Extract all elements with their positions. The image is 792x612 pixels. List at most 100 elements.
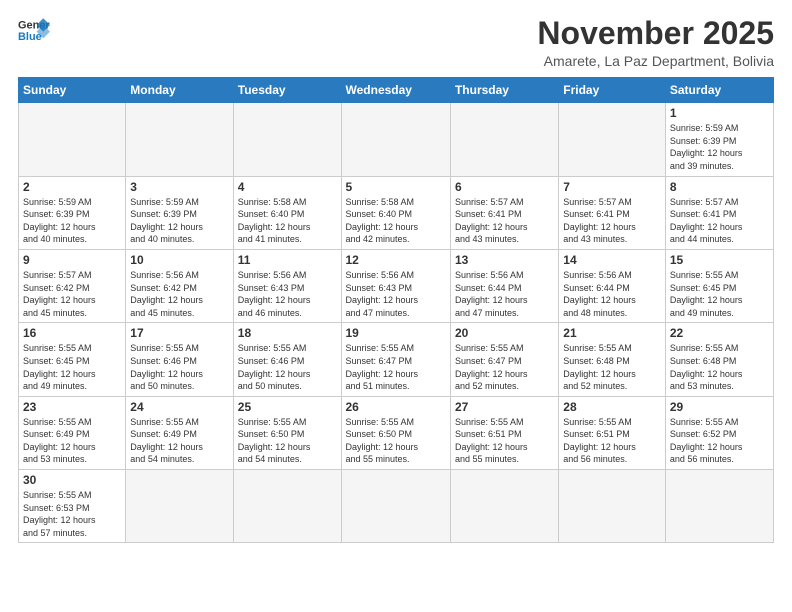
day-number: 21 xyxy=(563,326,661,340)
day-info: Sunrise: 5:57 AM Sunset: 6:41 PM Dayligh… xyxy=(563,196,661,246)
table-row: 2 Sunrise: 5:59 AM Sunset: 6:39 PM Daylig… xyxy=(19,176,126,249)
day-number: 27 xyxy=(455,400,554,414)
day-info: Sunrise: 5:55 AM Sunset: 6:47 PM Dayligh… xyxy=(455,342,554,392)
table-row: 14Sunrise: 5:56 AM Sunset: 6:44 PM Dayli… xyxy=(559,249,666,322)
logo: General Blue xyxy=(18,16,50,44)
table-row xyxy=(665,470,773,543)
day-number: 29 xyxy=(670,400,769,414)
day-info: Sunrise: 5:58 AM Sunset: 6:40 PM Dayligh… xyxy=(346,196,446,246)
day-info: Sunrise: 5:55 AM Sunset: 6:51 PM Dayligh… xyxy=(455,416,554,466)
day-info: Sunrise: 5:55 AM Sunset: 6:46 PM Dayligh… xyxy=(130,342,228,392)
day-number: 7 xyxy=(563,180,661,194)
day-number: 13 xyxy=(455,253,554,267)
day-info: Sunrise: 5:57 AM Sunset: 6:41 PM Dayligh… xyxy=(455,196,554,246)
day-info: Sunrise: 5:56 AM Sunset: 6:42 PM Dayligh… xyxy=(130,269,228,319)
day-number: 18 xyxy=(238,326,337,340)
header-tuesday: Tuesday xyxy=(233,78,341,103)
day-number: 30 xyxy=(23,473,121,487)
table-row xyxy=(233,470,341,543)
day-info: Sunrise: 5:57 AM Sunset: 6:42 PM Dayligh… xyxy=(23,269,121,319)
day-number: 19 xyxy=(346,326,446,340)
table-row: 8 Sunrise: 5:57 AM Sunset: 6:41 PM Daylig… xyxy=(665,176,773,249)
day-number: 23 xyxy=(23,400,121,414)
generalblue-logo-icon: General Blue xyxy=(18,16,50,44)
day-info: Sunrise: 5:55 AM Sunset: 6:53 PM Dayligh… xyxy=(23,489,121,539)
day-number: 4 xyxy=(238,180,337,194)
day-info: Sunrise: 5:59 AM Sunset: 6:39 PM Dayligh… xyxy=(130,196,228,246)
day-info: Sunrise: 5:55 AM Sunset: 6:46 PM Dayligh… xyxy=(238,342,337,392)
table-row xyxy=(450,470,558,543)
table-row: 1 Sunrise: 5:59 AM Sunset: 6:39 PM Daylig… xyxy=(665,103,773,176)
header-friday: Friday xyxy=(559,78,666,103)
day-info: Sunrise: 5:55 AM Sunset: 6:50 PM Dayligh… xyxy=(238,416,337,466)
table-row: 27 Sunrise: 5:55 AM Sunset: 6:51 PM Dayli… xyxy=(450,396,558,469)
day-info: Sunrise: 5:55 AM Sunset: 6:51 PM Dayligh… xyxy=(563,416,661,466)
table-row: 4Sunrise: 5:58 AM Sunset: 6:40 PM Daylig… xyxy=(233,176,341,249)
table-row: 22 Sunrise: 5:55 AM Sunset: 6:48 PM Dayli… xyxy=(665,323,773,396)
table-row xyxy=(126,470,233,543)
month-title: November 2025 xyxy=(537,16,774,51)
day-info: Sunrise: 5:55 AM Sunset: 6:48 PM Dayligh… xyxy=(670,342,769,392)
header: General Blue November 2025 Amarete, La P… xyxy=(18,16,774,69)
table-row xyxy=(559,103,666,176)
header-monday: Monday xyxy=(126,78,233,103)
table-row xyxy=(19,103,126,176)
table-row: 28 Sunrise: 5:55 AM Sunset: 6:51 PM Dayli… xyxy=(559,396,666,469)
table-row: 23 Sunrise: 5:55 AM Sunset: 6:49 PM Dayli… xyxy=(19,396,126,469)
day-number: 15 xyxy=(670,253,769,267)
header-saturday: Saturday xyxy=(665,78,773,103)
table-row: 11Sunrise: 5:56 AM Sunset: 6:43 PM Dayli… xyxy=(233,249,341,322)
day-info: Sunrise: 5:55 AM Sunset: 6:47 PM Dayligh… xyxy=(346,342,446,392)
day-info: Sunrise: 5:55 AM Sunset: 6:52 PM Dayligh… xyxy=(670,416,769,466)
day-info: Sunrise: 5:55 AM Sunset: 6:49 PM Dayligh… xyxy=(130,416,228,466)
table-row: 13Sunrise: 5:56 AM Sunset: 6:44 PM Dayli… xyxy=(450,249,558,322)
day-info: Sunrise: 5:56 AM Sunset: 6:43 PM Dayligh… xyxy=(346,269,446,319)
day-number: 5 xyxy=(346,180,446,194)
table-row xyxy=(559,470,666,543)
day-number: 9 xyxy=(23,253,121,267)
table-row: 7 Sunrise: 5:57 AM Sunset: 6:41 PM Daylig… xyxy=(559,176,666,249)
day-info: Sunrise: 5:56 AM Sunset: 6:43 PM Dayligh… xyxy=(238,269,337,319)
table-row: 15 Sunrise: 5:55 AM Sunset: 6:45 PM Dayli… xyxy=(665,249,773,322)
day-number: 6 xyxy=(455,180,554,194)
day-info: Sunrise: 5:55 AM Sunset: 6:50 PM Dayligh… xyxy=(346,416,446,466)
day-number: 17 xyxy=(130,326,228,340)
header-wednesday: Wednesday xyxy=(341,78,450,103)
table-row: 17 Sunrise: 5:55 AM Sunset: 6:46 PM Dayli… xyxy=(126,323,233,396)
table-row: 3Sunrise: 5:59 AM Sunset: 6:39 PM Daylig… xyxy=(126,176,233,249)
table-row: 21 Sunrise: 5:55 AM Sunset: 6:48 PM Dayli… xyxy=(559,323,666,396)
day-number: 2 xyxy=(23,180,121,194)
day-number: 16 xyxy=(23,326,121,340)
table-row: 6 Sunrise: 5:57 AM Sunset: 6:41 PM Daylig… xyxy=(450,176,558,249)
day-info: Sunrise: 5:59 AM Sunset: 6:39 PM Dayligh… xyxy=(23,196,121,246)
day-info: Sunrise: 5:59 AM Sunset: 6:39 PM Dayligh… xyxy=(670,122,769,172)
day-info: Sunrise: 5:55 AM Sunset: 6:49 PM Dayligh… xyxy=(23,416,121,466)
day-info: Sunrise: 5:56 AM Sunset: 6:44 PM Dayligh… xyxy=(563,269,661,319)
table-row: 16Sunrise: 5:55 AM Sunset: 6:45 PM Dayli… xyxy=(19,323,126,396)
table-row xyxy=(450,103,558,176)
table-row: 18 Sunrise: 5:55 AM Sunset: 6:46 PM Dayli… xyxy=(233,323,341,396)
table-row xyxy=(341,470,450,543)
table-row: 30 Sunrise: 5:55 AM Sunset: 6:53 PM Dayli… xyxy=(19,470,126,543)
table-row: 10 Sunrise: 5:56 AM Sunset: 6:42 PM Dayli… xyxy=(126,249,233,322)
day-number: 8 xyxy=(670,180,769,194)
day-number: 28 xyxy=(563,400,661,414)
day-info: Sunrise: 5:57 AM Sunset: 6:41 PM Dayligh… xyxy=(670,196,769,246)
table-row: 25Sunrise: 5:55 AM Sunset: 6:50 PM Dayli… xyxy=(233,396,341,469)
table-row xyxy=(341,103,450,176)
day-number: 12 xyxy=(346,253,446,267)
page: General Blue November 2025 Amarete, La P… xyxy=(0,0,792,553)
day-number: 10 xyxy=(130,253,228,267)
title-block: November 2025 Amarete, La Paz Department… xyxy=(537,16,774,69)
day-info: Sunrise: 5:55 AM Sunset: 6:45 PM Dayligh… xyxy=(670,269,769,319)
table-row: 26Sunrise: 5:55 AM Sunset: 6:50 PM Dayli… xyxy=(341,396,450,469)
day-number: 20 xyxy=(455,326,554,340)
location-subtitle: Amarete, La Paz Department, Bolivia xyxy=(537,53,774,69)
day-number: 22 xyxy=(670,326,769,340)
day-info: Sunrise: 5:55 AM Sunset: 6:48 PM Dayligh… xyxy=(563,342,661,392)
day-number: 1 xyxy=(670,106,769,120)
table-row: 19 Sunrise: 5:55 AM Sunset: 6:47 PM Dayli… xyxy=(341,323,450,396)
table-row xyxy=(233,103,341,176)
table-row: 29 Sunrise: 5:55 AM Sunset: 6:52 PM Dayli… xyxy=(665,396,773,469)
table-row: 9 Sunrise: 5:57 AM Sunset: 6:42 PM Daylig… xyxy=(19,249,126,322)
